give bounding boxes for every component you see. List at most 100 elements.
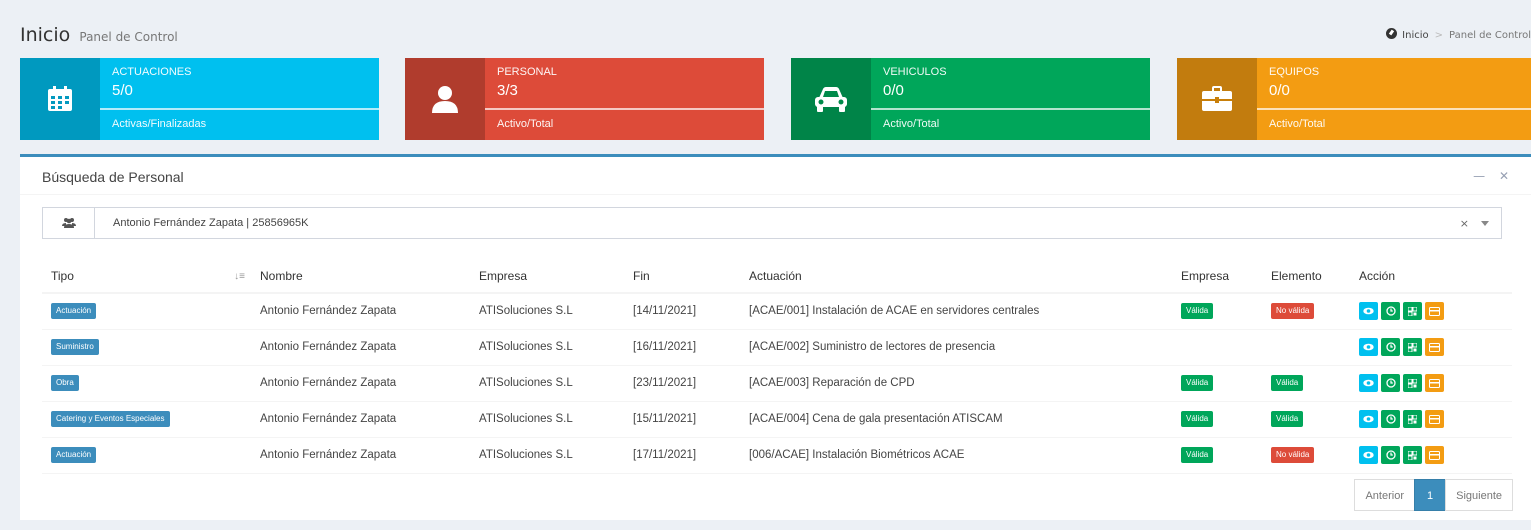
results-table: Tipo ↓≡ Nombre Empresa Fin Actuación Empr… [42, 259, 1512, 474]
progress-bar [1257, 108, 1531, 110]
qr-code-icon [1408, 342, 1417, 352]
cell-estado-elemento: No válida [1262, 436, 1350, 474]
column-header-actuacion[interactable]: Actuación [740, 259, 1172, 294]
column-header-accion: Acción [1350, 259, 1512, 294]
calendar-icon [20, 58, 100, 140]
qr-code-icon [1408, 378, 1417, 388]
box-tools: — ✕ [1463, 169, 1509, 183]
cell-actuacion: [ACAE/001] Instalación de ACAE en servid… [740, 292, 1172, 329]
eye-icon [1363, 379, 1374, 387]
cell-nombre: Antonio Fernández Zapata [251, 292, 470, 329]
view-button[interactable] [1359, 338, 1378, 356]
column-header-tipo[interactable]: Tipo ↓≡ [42, 259, 251, 294]
credit-card-icon [1429, 450, 1440, 460]
card-button[interactable] [1425, 338, 1444, 356]
pagination-next-button[interactable]: Siguiente [1445, 479, 1513, 511]
qr-button[interactable] [1403, 338, 1422, 356]
info-box-number: 3/3 [497, 82, 518, 99]
type-badge: Catering y Eventos Especiales [51, 411, 170, 427]
cell-fin: [14/11/2021] [624, 292, 740, 329]
view-button[interactable] [1359, 410, 1378, 428]
qr-button[interactable] [1403, 302, 1422, 321]
cell-estado-empresa: Válida [1172, 400, 1262, 437]
users-icon [43, 208, 95, 238]
cell-accion [1350, 436, 1512, 474]
breadcrumb-current: Panel de Control [1449, 30, 1531, 41]
pagination-page-1[interactable]: 1 [1414, 479, 1447, 511]
eye-icon [1363, 343, 1374, 351]
box-title: Búsqueda de Personal [42, 169, 184, 185]
view-button[interactable] [1359, 374, 1378, 392]
cell-actuacion: [006/ACAE] Instalación Biométricos ACAE [740, 436, 1172, 474]
cell-actuacion: [ACAE/004] Cena de gala presentación ATI… [740, 400, 1172, 437]
qr-code-icon [1408, 450, 1417, 460]
info-box-actuaciones[interactable]: ACTUACIONES 5/0 Activas/Finalizadas [20, 58, 379, 140]
card-button[interactable] [1425, 446, 1444, 464]
info-box-vehiculos[interactable]: VEHICULOS 0/0 Activo/Total [791, 58, 1150, 140]
column-header-empresa[interactable]: Empresa [470, 259, 624, 294]
cell-fin: [17/11/2021] [624, 436, 740, 474]
cell-tipo: Obra [42, 364, 251, 401]
column-header-empresa-estado[interactable]: Empresa [1172, 259, 1262, 294]
status-badge: Válida [1181, 375, 1214, 391]
breadcrumb: Inicio > Panel de Control [1386, 28, 1531, 41]
close-icon[interactable]: ✕ [1499, 169, 1509, 183]
cell-accion [1350, 328, 1512, 365]
clock-icon [1385, 306, 1396, 316]
info-box-personal[interactable]: PERSONAL 3/3 Activo/Total [405, 58, 764, 140]
cell-empresa: ATISoluciones S.L [470, 436, 624, 474]
qr-button[interactable] [1403, 374, 1422, 392]
clock-icon [1385, 414, 1396, 424]
column-header-elemento[interactable]: Elemento [1262, 259, 1350, 294]
cell-actuacion: [ACAE/002] Suministro de lectores de pre… [740, 328, 1172, 365]
cell-estado-empresa: Válida [1172, 364, 1262, 401]
cell-estado-empresa: Válida [1172, 436, 1262, 474]
dashboard-icon [1386, 28, 1398, 39]
cell-empresa: ATISoluciones S.L [470, 292, 624, 329]
sort-icon[interactable]: ↓≡ [234, 271, 245, 282]
info-box-equipos[interactable]: EQUIPOS 0/0 Activo/Total [1177, 58, 1531, 140]
status-badge: No válida [1271, 303, 1315, 320]
cell-empresa: ATISoluciones S.L [470, 364, 624, 401]
cell-accion [1350, 292, 1512, 329]
history-button[interactable] [1381, 302, 1400, 321]
card-button[interactable] [1425, 410, 1444, 428]
history-button[interactable] [1381, 338, 1400, 356]
personal-search-box: Búsqueda de Personal — ✕ Antonio Fernánd… [20, 154, 1531, 520]
credit-card-icon [1429, 414, 1440, 424]
clock-icon [1385, 378, 1396, 388]
cell-nombre: Antonio Fernández Zapata [251, 328, 470, 365]
cell-accion [1350, 364, 1512, 401]
collapse-icon[interactable]: — [1473, 169, 1485, 183]
user-icon [405, 58, 485, 140]
card-button[interactable] [1425, 302, 1444, 321]
qr-button[interactable] [1403, 446, 1422, 464]
info-box-title: EQUIPOS [1269, 66, 1320, 78]
type-badge: Suministro [51, 339, 99, 355]
type-badge: Actuación [51, 303, 97, 320]
column-header-fin[interactable]: Fin [624, 259, 740, 294]
column-header-nombre[interactable]: Nombre [251, 259, 470, 294]
info-box-description: Activo/Total [1269, 118, 1326, 130]
info-box-number: 5/0 [112, 82, 133, 99]
view-button[interactable] [1359, 302, 1378, 321]
personal-select[interactable]: Antonio Fernández Zapata | 25856965K × [42, 207, 1502, 239]
history-button[interactable] [1381, 410, 1400, 428]
breadcrumb-home-link[interactable]: Inicio [1402, 30, 1428, 41]
card-button[interactable] [1425, 374, 1444, 392]
qr-code-icon [1408, 306, 1417, 316]
dropdown-arrow-icon[interactable] [1481, 220, 1489, 226]
status-badge: Válida [1181, 303, 1214, 320]
view-button[interactable] [1359, 446, 1378, 464]
cell-nombre: Antonio Fernández Zapata [251, 364, 470, 401]
clear-selection-button[interactable]: × [1460, 217, 1469, 230]
cell-tipo: Actuación [42, 436, 251, 474]
cell-tipo: Suministro [42, 328, 251, 365]
info-box-title: ACTUACIONES [112, 66, 192, 78]
qr-button[interactable] [1403, 410, 1422, 428]
selected-person: Antonio Fernández Zapata | 25856965K [113, 217, 309, 229]
history-button[interactable] [1381, 446, 1400, 464]
history-button[interactable] [1381, 374, 1400, 392]
pagination-prev-button[interactable]: Anterior [1354, 479, 1415, 511]
cell-estado-elemento: Válida [1262, 400, 1350, 437]
